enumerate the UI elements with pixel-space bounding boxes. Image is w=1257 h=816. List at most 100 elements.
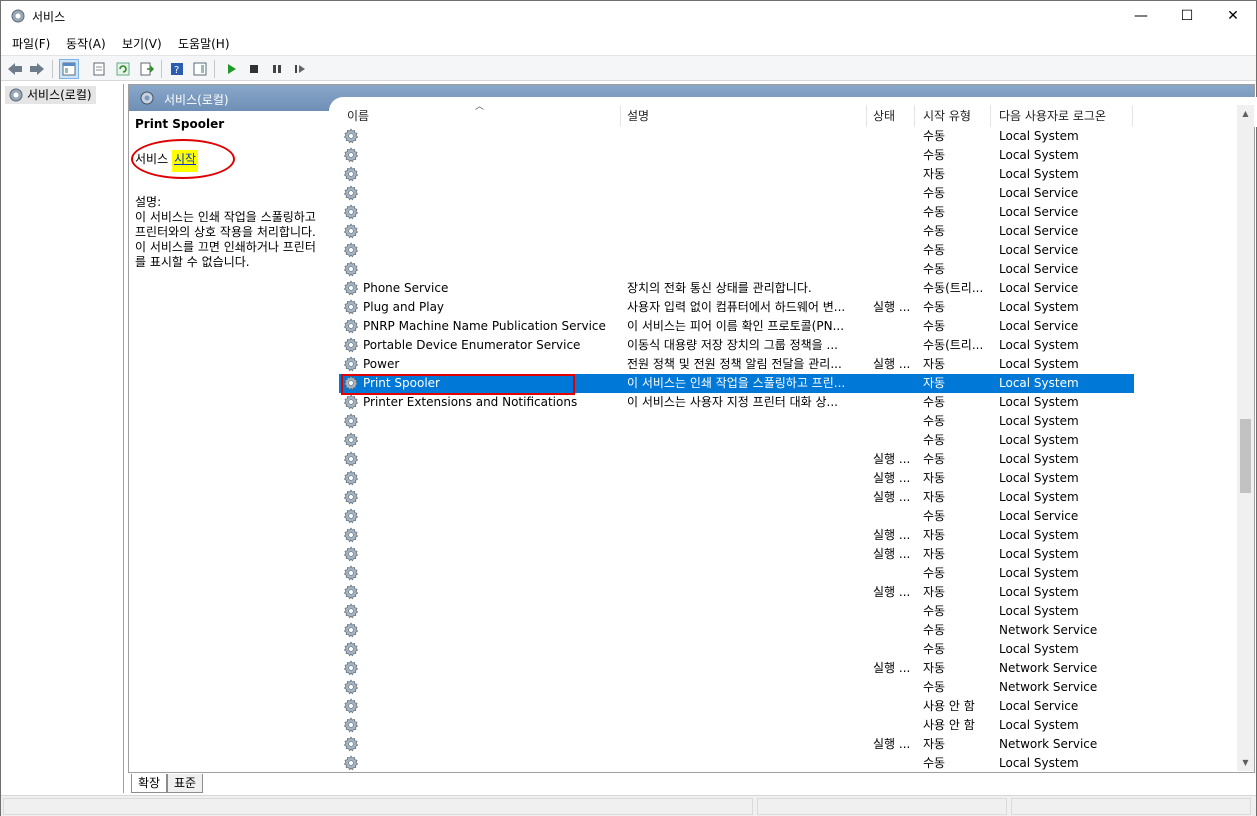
service-description-cell: 사용자 입력 없이 컴퓨터에서 하드웨어 변...	[627, 300, 846, 314]
service-row[interactable]: 수동 Local System	[339, 602, 1134, 621]
service-row[interactable]: Portable Device Enumerator Service 이동식 대용…	[339, 336, 1134, 355]
forward-icon[interactable]	[27, 59, 47, 79]
service-row[interactable]: 수동 Local System	[339, 564, 1134, 583]
service-row[interactable]: 사용 안 함 Local System	[339, 716, 1134, 735]
service-startup-type: 자동	[923, 661, 946, 675]
menu-view[interactable]: 보기(V)	[122, 35, 162, 52]
service-row[interactable]: 실행 ... 자동 Network Service	[339, 659, 1134, 678]
scroll-up-icon[interactable]: ▲	[1237, 105, 1254, 122]
service-log-on-as: Network Service	[999, 680, 1098, 694]
service-row[interactable]: 수동 Local Service	[339, 241, 1134, 260]
show-hide-action-pane-icon[interactable]	[190, 59, 210, 79]
service-row[interactable]: 실행 ... 수동 Local System	[339, 450, 1134, 469]
export-list-icon[interactable]	[137, 59, 157, 79]
pane-title: 서비스(로컬)	[164, 93, 229, 107]
service-log-on-as: Local Service	[999, 186, 1079, 200]
close-button[interactable]: ✕	[1210, 1, 1256, 31]
menu-action[interactable]: 동작(A)	[66, 35, 106, 52]
tab-standard[interactable]: 표준	[167, 774, 204, 793]
stop-service-icon[interactable]	[244, 59, 264, 79]
service-row[interactable]: 실행 ... 자동 Local System	[339, 488, 1134, 507]
service-startup-type: 수동	[923, 433, 946, 447]
column-description[interactable]: 설명	[619, 105, 867, 127]
minimize-button[interactable]: —	[1118, 1, 1164, 31]
service-log-on-as: Local Service	[999, 262, 1079, 276]
service-row[interactable]: PNRP Machine Name Publication Service 이 서…	[339, 317, 1134, 336]
service-row[interactable]: Plug and Play 사용자 입력 없이 컴퓨터에서 하드웨어 변... 실행…	[339, 298, 1134, 317]
service-startup-type: 수동	[923, 623, 946, 637]
service-row[interactable]: Phone Service 장치의 전화 통신 상태를 관리합니다. 수동(트리..…	[339, 279, 1134, 298]
service-startup-type: 수동	[923, 509, 946, 523]
service-row[interactable]: 수동 Local System	[339, 431, 1134, 450]
service-gear-icon	[343, 755, 361, 773]
column-startup-type[interactable]: 시작 유형	[915, 105, 991, 127]
column-name[interactable]: 이름	[339, 105, 621, 127]
service-row[interactable]: 수동 Local Service	[339, 260, 1134, 279]
service-row[interactable]: 자동 Local System	[339, 165, 1134, 184]
service-row[interactable]: Print Spooler 이 서비스는 인쇄 작업을 스풀링하고 프린... 자동…	[339, 374, 1134, 395]
service-row[interactable]: 수동 Local Service	[339, 184, 1134, 203]
window-title: 서비스	[32, 10, 66, 24]
service-log-on-as: Local System	[999, 471, 1079, 485]
menu-help[interactable]: 도움말(H)	[178, 35, 230, 52]
help-icon[interactable]: ?	[167, 59, 187, 79]
service-startup-type: 자동	[923, 471, 946, 485]
service-row[interactable]: 실행 ... 자동 Local System	[339, 526, 1134, 545]
refresh-icon[interactable]	[113, 59, 133, 79]
column-status[interactable]: 상태	[865, 105, 915, 127]
restart-service-icon[interactable]	[290, 59, 310, 79]
service-row[interactable]: 사용 안 함 Local Service	[339, 697, 1134, 716]
service-log-on-as: Local System	[999, 490, 1079, 504]
service-startup-type: 사용 안 함	[923, 699, 975, 713]
service-status: 실행 ...	[873, 547, 911, 561]
service-row[interactable]: Power 전원 정책 및 전원 정책 알림 전달을 관리... 실행 ... 자동 L…	[339, 355, 1134, 374]
start-service-icon[interactable]	[221, 59, 241, 79]
service-log-on-as: Local System	[999, 414, 1079, 428]
service-log-on-as: Local Service	[999, 224, 1079, 238]
service-row[interactable]: 실행 ... 자동 Local System	[339, 583, 1134, 602]
back-icon[interactable]	[5, 59, 25, 79]
column-log-on-as[interactable]: 다음 사용자로 로그온	[991, 105, 1133, 127]
service-row[interactable]: 수동 Local Service	[339, 507, 1134, 526]
service-row[interactable]: 수동 Local System	[339, 640, 1134, 659]
console-tree-icon[interactable]	[59, 59, 79, 79]
service-row[interactable]: 수동 Local System	[339, 127, 1134, 146]
service-row[interactable]: 수동 Local System	[339, 146, 1134, 165]
service-row[interactable]: 수동 Local System	[339, 754, 1134, 773]
tab-extended[interactable]: 확장	[131, 774, 168, 793]
service-name: Portable Device Enumerator Service	[363, 338, 581, 352]
service-startup-type: 수동	[923, 756, 946, 770]
maximize-button[interactable]: ☐	[1164, 1, 1210, 31]
pause-service-icon[interactable]	[267, 59, 287, 79]
service-log-on-as: Local System	[999, 300, 1079, 314]
service-row[interactable]: 수동 Network Service	[339, 621, 1134, 640]
properties-icon[interactable]	[89, 59, 109, 79]
service-startup-type: 수동	[923, 566, 946, 580]
service-row[interactable]: 수동 Network Service	[339, 678, 1134, 697]
service-startup-type: 수동	[923, 262, 946, 276]
service-startup-type: 수동	[923, 319, 946, 333]
scroll-thumb[interactable]	[1240, 419, 1251, 493]
service-startup-type: 자동	[923, 167, 946, 181]
service-startup-type: 자동	[923, 547, 946, 561]
service-status: 실행 ...	[873, 300, 911, 314]
service-row[interactable]: 실행 ... 자동 Local System	[339, 545, 1134, 564]
service-status: 실행 ...	[873, 471, 911, 485]
service-row[interactable]: 수동 Local Service	[339, 203, 1134, 222]
vertical-scrollbar[interactable]: ▲ ▼	[1237, 105, 1254, 771]
service-row[interactable]: 실행 ... 자동 Network Service	[339, 735, 1134, 754]
service-status: 실행 ...	[873, 737, 911, 751]
service-description-cell: 전원 정책 및 전원 정책 알림 전달을 관리...	[627, 357, 842, 371]
service-row[interactable]: 수동 Local System	[339, 412, 1134, 431]
service-name: PNRP Machine Name Publication Service	[363, 319, 606, 333]
tree-node-services-local[interactable]: 서비스(로컬)	[5, 86, 96, 104]
service-startup-type: 수동	[923, 129, 946, 143]
service-log-on-as: Local System	[999, 376, 1079, 390]
menu-file[interactable]: 파일(F)	[12, 35, 50, 52]
console-tree: 서비스(로컬)	[2, 84, 124, 793]
service-log-on-as: Local System	[999, 395, 1079, 409]
service-row[interactable]: 수동 Local Service	[339, 222, 1134, 241]
scroll-down-icon[interactable]: ▼	[1237, 754, 1254, 771]
service-row[interactable]: 실행 ... 자동 Local System	[339, 469, 1134, 488]
service-row[interactable]: Printer Extensions and Notifications 이 서비…	[339, 393, 1134, 412]
